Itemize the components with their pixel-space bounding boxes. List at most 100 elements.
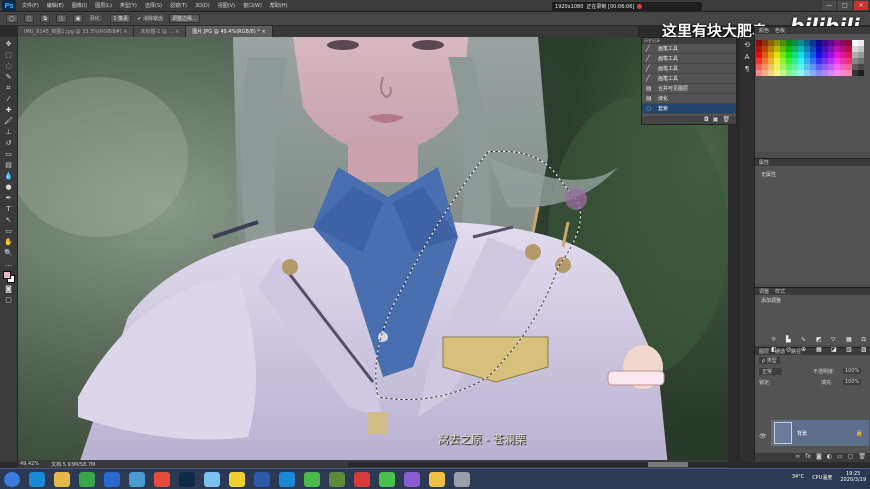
zoom-level[interactable]: 49.42% <box>20 461 39 467</box>
taskbar-360-icon[interactable] <box>79 471 95 487</box>
new-selection-icon[interactable]: ▢ <box>23 14 35 23</box>
levels-icon[interactable]: ▙ <box>786 336 798 343</box>
move-tool-icon[interactable]: ✥ <box>3 40 15 49</box>
menu-select[interactable]: 选择(S) <box>145 2 162 9</box>
image-canvas[interactable] <box>18 37 728 460</box>
taskbar-green-icon[interactable] <box>379 471 395 487</box>
menu-image[interactable]: 图像(I) <box>72 2 87 9</box>
taskbar-k-icon[interactable] <box>279 471 295 487</box>
history-panel-icon[interactable]: ⟲ <box>744 41 750 49</box>
channel-mixer-icon[interactable]: ⊕ <box>801 346 813 353</box>
character-panel-icon[interactable]: A <box>745 53 750 61</box>
taskbar-cloud-icon[interactable] <box>204 471 220 487</box>
menu-type[interactable]: 类型(Y) <box>120 2 137 9</box>
tab-document-2[interactable]: 未标题-1 @ ... × <box>134 26 187 37</box>
fx-icon[interactable]: fx <box>805 453 811 462</box>
hue-icon[interactable]: ▦ <box>846 336 858 343</box>
record-dot-icon[interactable] <box>637 4 643 9</box>
menu-filter[interactable]: 滤镜(T) <box>170 2 187 9</box>
blend-mode-select[interactable]: 正常 <box>759 368 783 375</box>
bw-icon[interactable]: ◧ <box>771 346 783 353</box>
menu-file[interactable]: 文件(F) <box>22 2 39 9</box>
eye-icon[interactable]: 👁 <box>759 433 767 440</box>
folder-icon[interactable]: ▭ <box>837 453 843 462</box>
taskbar-folder-icon[interactable] <box>429 471 445 487</box>
history-brush-icon[interactable]: ↺ <box>3 139 15 148</box>
color-balance-icon[interactable]: ⚖ <box>861 336 870 343</box>
history-item[interactable]: ▤ 液化 <box>642 94 736 104</box>
tab-adjustments[interactable]: 调整 <box>759 288 769 295</box>
taskbar-explorer-icon[interactable] <box>54 471 70 487</box>
lookup-icon[interactable]: ▦ <box>816 346 828 353</box>
healing-tool-icon[interactable]: ✚ <box>3 106 15 115</box>
taskbar-rec-icon[interactable] <box>354 471 370 487</box>
horizontal-scrollbar[interactable] <box>348 461 728 467</box>
blur-tool-icon[interactable]: 💧 <box>3 172 15 181</box>
camera-icon[interactable]: ▣ <box>713 116 719 124</box>
quick-mask-icon[interactable]: ◙ <box>3 285 15 294</box>
lasso-tool-preset-icon[interactable]: ◯ <box>6 14 18 23</box>
layer-row-background[interactable]: 背景 🔒 <box>771 420 869 446</box>
new-layer-icon[interactable]: ▢ <box>848 453 854 462</box>
add-selection-icon[interactable]: ⧉ <box>40 14 50 23</box>
marquee-tool-icon[interactable]: ⬚ <box>3 51 15 60</box>
fill-input[interactable]: 100% <box>843 379 862 385</box>
link-icon[interactable]: ∞ <box>795 453 800 462</box>
stamp-tool-icon[interactable]: ⊥ <box>3 128 15 137</box>
hand-tool-icon[interactable]: ✋ <box>3 238 15 247</box>
taskbar-game-icon[interactable] <box>329 471 345 487</box>
photo-filter-icon[interactable]: ◎ <box>786 346 798 353</box>
menu-3d[interactable]: 3D(D) <box>195 3 210 9</box>
opacity-input[interactable]: 100% <box>843 368 862 374</box>
taskbar-ps-icon[interactable] <box>179 471 195 487</box>
exposure-icon[interactable]: ◩ <box>816 336 828 343</box>
brush-tool-icon[interactable]: 🖌 <box>3 117 15 126</box>
refine-edge-button[interactable]: 调整边缘... <box>168 14 200 23</box>
color-swatch[interactable] <box>858 70 864 76</box>
tab-styles[interactable]: 样式 <box>775 288 785 295</box>
history-item[interactable]: ╱ 画笔工具 <box>642 74 736 84</box>
eyedropper-tool-icon[interactable]: ⁄ <box>3 95 15 104</box>
menu-layer[interactable]: 图层(L) <box>95 2 112 9</box>
dodge-tool-icon[interactable]: ● <box>3 183 15 192</box>
paragraph-panel-icon[interactable]: ¶ <box>745 65 749 73</box>
layer-kind-filter[interactable]: ρ 类型 <box>759 357 780 364</box>
gradient-tool-icon[interactable]: ▤ <box>3 161 15 170</box>
history-item-selected[interactable]: ◌ 套索 <box>642 104 736 114</box>
taskbar-start-icon[interactable] <box>4 471 20 487</box>
feather-input[interactable]: 1 像素 <box>110 14 132 23</box>
trash-icon[interactable]: 🗑 <box>858 453 866 462</box>
menu-edit[interactable]: 编辑(E) <box>47 2 64 9</box>
tab-document-1[interactable]: IMG_9145_新图1.jpg @ 33.3%(RGB/8#) × <box>18 26 135 37</box>
scrollbar-thumb[interactable] <box>648 461 688 467</box>
tab-document-active[interactable]: 图片.JPG @ 49.4%(RGB/8) * × <box>186 26 273 37</box>
tab-swatches[interactable]: 色板 <box>775 27 785 34</box>
history-item[interactable]: ▤ 合并可见图层 <box>642 84 736 94</box>
screen-recorder-bar[interactable]: 1920x1080 正在录制 [00:06:06] <box>552 2 702 11</box>
menu-help[interactable]: 帮助(H) <box>270 2 288 9</box>
tab-color[interactable]: 颜色 <box>759 27 769 34</box>
eraser-tool-icon[interactable]: ▭ <box>3 150 15 159</box>
taskbar-wechat-icon[interactable] <box>304 471 320 487</box>
restore-button[interactable]: □ <box>838 1 852 10</box>
quick-select-tool-icon[interactable]: ✎ <box>3 73 15 82</box>
color-swatches[interactable] <box>2 271 15 283</box>
lasso-tool-icon[interactable]: ◌ <box>3 62 15 71</box>
taskbar-media-icon[interactable] <box>104 471 120 487</box>
zoom-tool-icon[interactable]: 🔍 <box>3 249 15 258</box>
path-select-icon[interactable]: ↖ <box>3 216 15 225</box>
tab-layers[interactable]: 图层 <box>759 348 769 355</box>
history-item[interactable]: ╱ 画笔工具 <box>642 54 736 64</box>
threshold-icon[interactable]: ▨ <box>861 346 870 353</box>
vibrance-icon[interactable]: ▽ <box>831 336 843 343</box>
shape-tool-icon[interactable]: ▭ <box>3 227 15 236</box>
trash-icon[interactable]: 🗑 <box>722 116 730 124</box>
taskbar-word-icon[interactable] <box>254 471 270 487</box>
taskbar-tool-icon[interactable] <box>454 471 470 487</box>
screen-mode-icon[interactable]: ▢ <box>3 296 15 305</box>
minimize-button[interactable]: — <box>822 1 836 10</box>
mask-icon[interactable]: ◙ <box>816 453 822 462</box>
foreground-color-swatch[interactable] <box>2 271 11 279</box>
menu-view[interactable]: 视图(V) <box>218 2 235 9</box>
history-item[interactable]: ╱ 画笔工具 <box>642 64 736 74</box>
